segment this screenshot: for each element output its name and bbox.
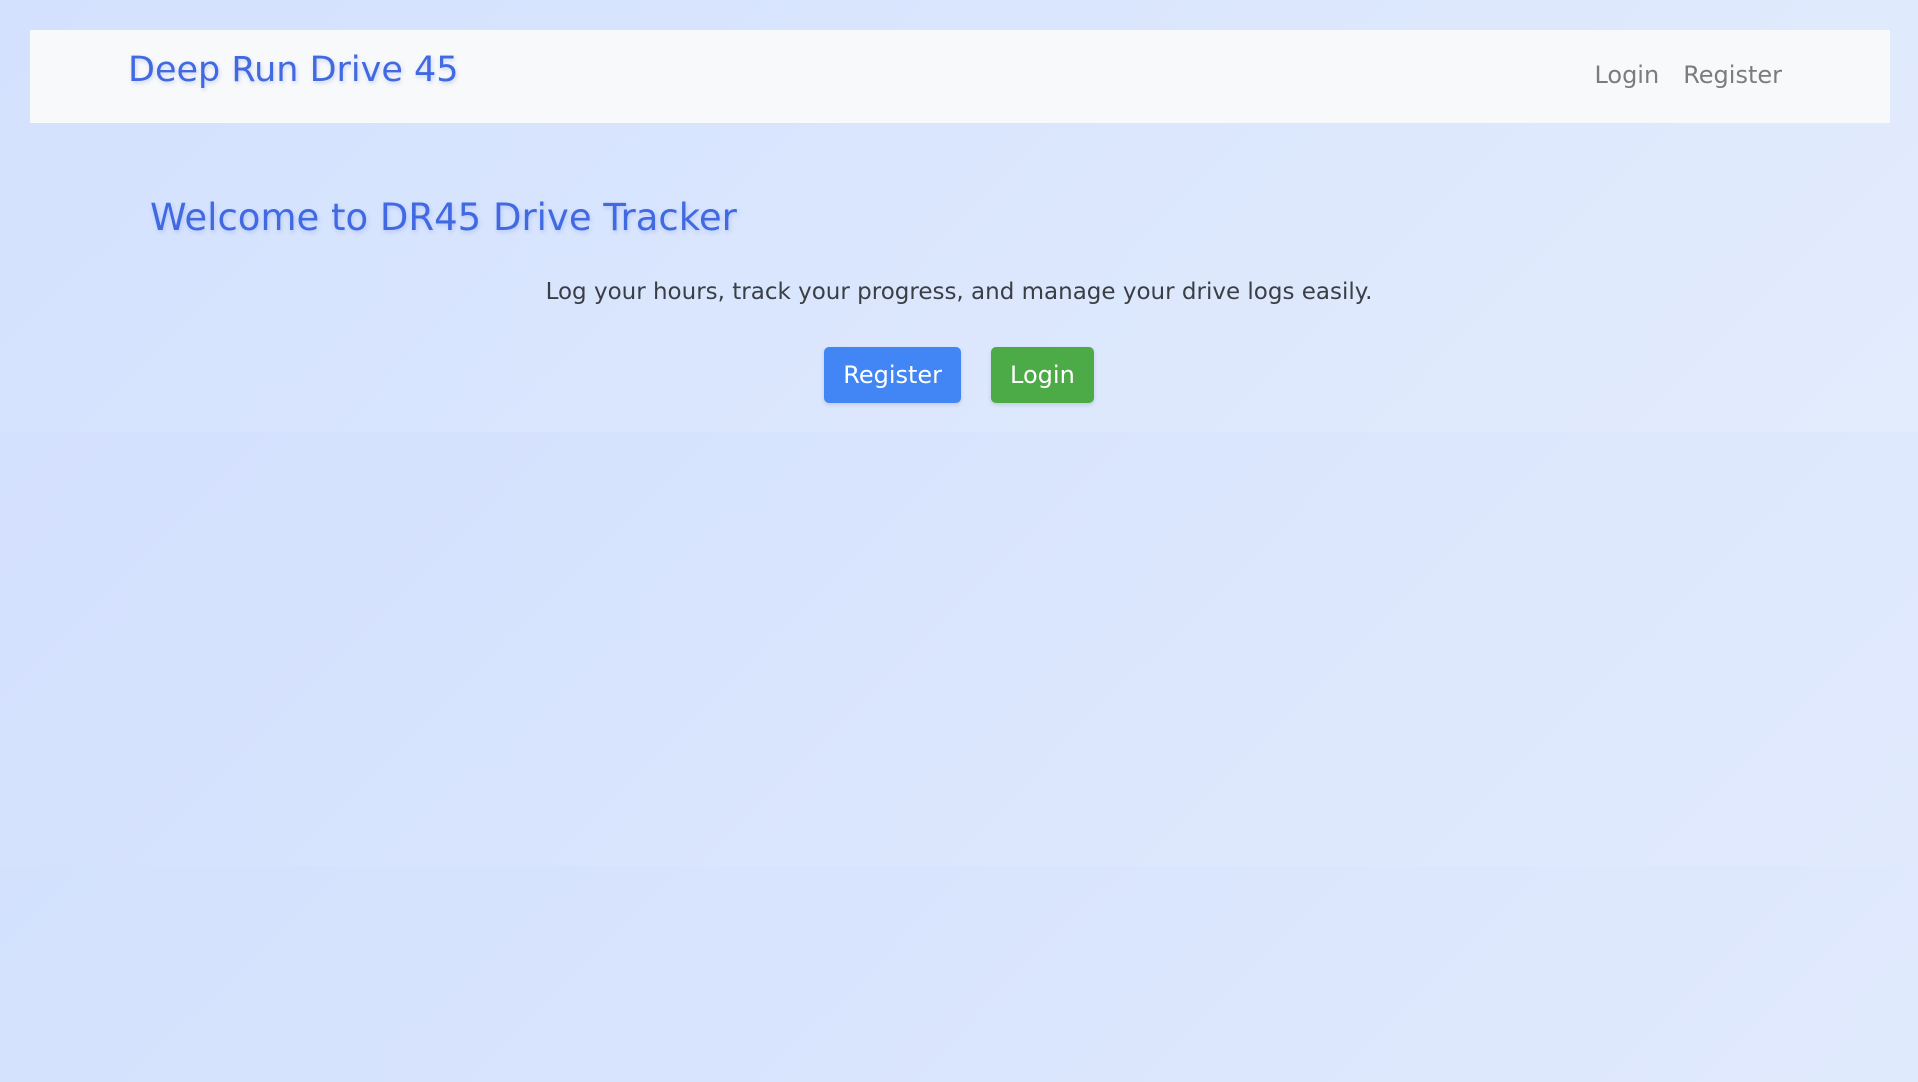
background-band	[0, 866, 1918, 1082]
action-buttons: Register Login	[0, 347, 1918, 403]
background-band	[0, 432, 1918, 866]
nav-register-link[interactable]: Register	[1683, 61, 1782, 89]
tagline: Log your hours, track your progress, and…	[545, 279, 1373, 305]
page-title: Welcome to DR45 Drive Tracker	[150, 196, 737, 239]
register-button[interactable]: Register	[824, 347, 962, 403]
nav-login-link[interactable]: Login	[1594, 61, 1659, 89]
nav-links: Login Register	[1594, 61, 1782, 89]
login-button[interactable]: Login	[991, 347, 1094, 403]
brand-link[interactable]: Deep Run Drive 45	[128, 50, 459, 90]
navbar: Deep Run Drive 45 Login Register	[30, 30, 1890, 123]
